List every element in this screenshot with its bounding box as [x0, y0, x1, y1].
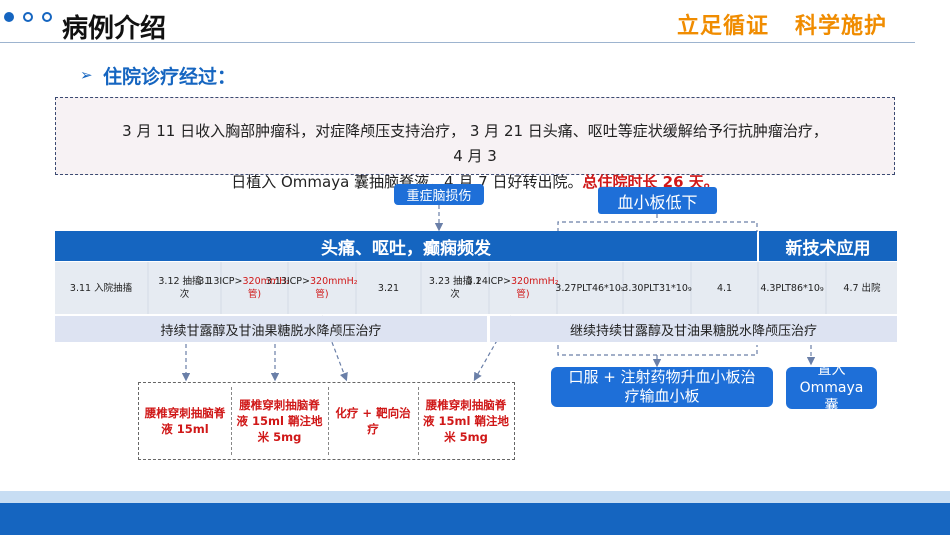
timeline-cell-text: 3.13ICP> [198, 276, 243, 287]
timeline-cell: 4.3PLT86*10₉ [759, 262, 825, 314]
timeline-cell-text: 3.21 [377, 282, 400, 294]
timeline-cell-text: 4.1 [716, 282, 733, 294]
timeline-cell-text: 3.24ICP> [466, 276, 511, 287]
timeline-cell: 3.24ICP>320mmH₂O(冒管) [467, 262, 579, 314]
timeline-cell: 3.27PLT46*10₉ [555, 262, 625, 314]
timeline-cell: 3.11 入院抽搐 [55, 262, 147, 314]
new-technology-band: 新技术应用 [759, 231, 897, 261]
treatment-item: 化疗 + 靶向治疗 [335, 406, 411, 436]
timeline-cell-text: 3.11 入院抽搐 [69, 282, 133, 294]
timeline-cell: 3.21 [357, 262, 420, 314]
footer-stripe [0, 491, 950, 503]
timeline-cell-text: 3.13ICP> [265, 276, 310, 287]
timeline-cell: 3.30PLT31*10₉ [622, 262, 692, 314]
timeline-cell-text: 3.30PLT31*10₉ [622, 282, 692, 294]
timeline-cell: 3.13ICP>320mmH₂O(冒管) [266, 262, 378, 314]
timeline-cell-text: 4.7 出院 [843, 282, 881, 294]
platelet-treatment-callout: 口服 + 注射药物升血小板治疗输血小板 [551, 367, 773, 407]
therapy-row-second: 继续持续甘露醇及甘油果糖脱水降颅压治疗 [490, 316, 897, 342]
treatment-item: 腰椎穿刺抽脑脊液 15ml 鞘注地米 5mg [423, 398, 509, 444]
symptom-band: 头痛、呕吐，癫痫频发 [55, 231, 757, 261]
footer-bar [0, 503, 950, 535]
timeline-cell-text: 3.27PLT46*10₉ [555, 282, 625, 294]
treatment-item: 腰椎穿刺抽脑脊液 15ml 鞘注地米 5mg [236, 398, 323, 444]
treatment-item: 腰椎穿刺抽脑脊液 15ml [144, 406, 226, 436]
timeline-cell: 4.7 出院 [827, 262, 897, 314]
brain-injury-callout: 重症脑损伤 [394, 184, 484, 205]
timeline-cell-text: 4.3PLT86*10₉ [760, 282, 824, 294]
ommaya-callout: 置入 Ommaya 囊 [786, 362, 877, 414]
platelet-low-callout: 血小板低下 [598, 187, 717, 214]
therapy-row-first: 持续甘露醇及甘油果糖脱水降颅压治疗 [55, 316, 487, 342]
timeline-cell: 4.1 [692, 262, 757, 314]
